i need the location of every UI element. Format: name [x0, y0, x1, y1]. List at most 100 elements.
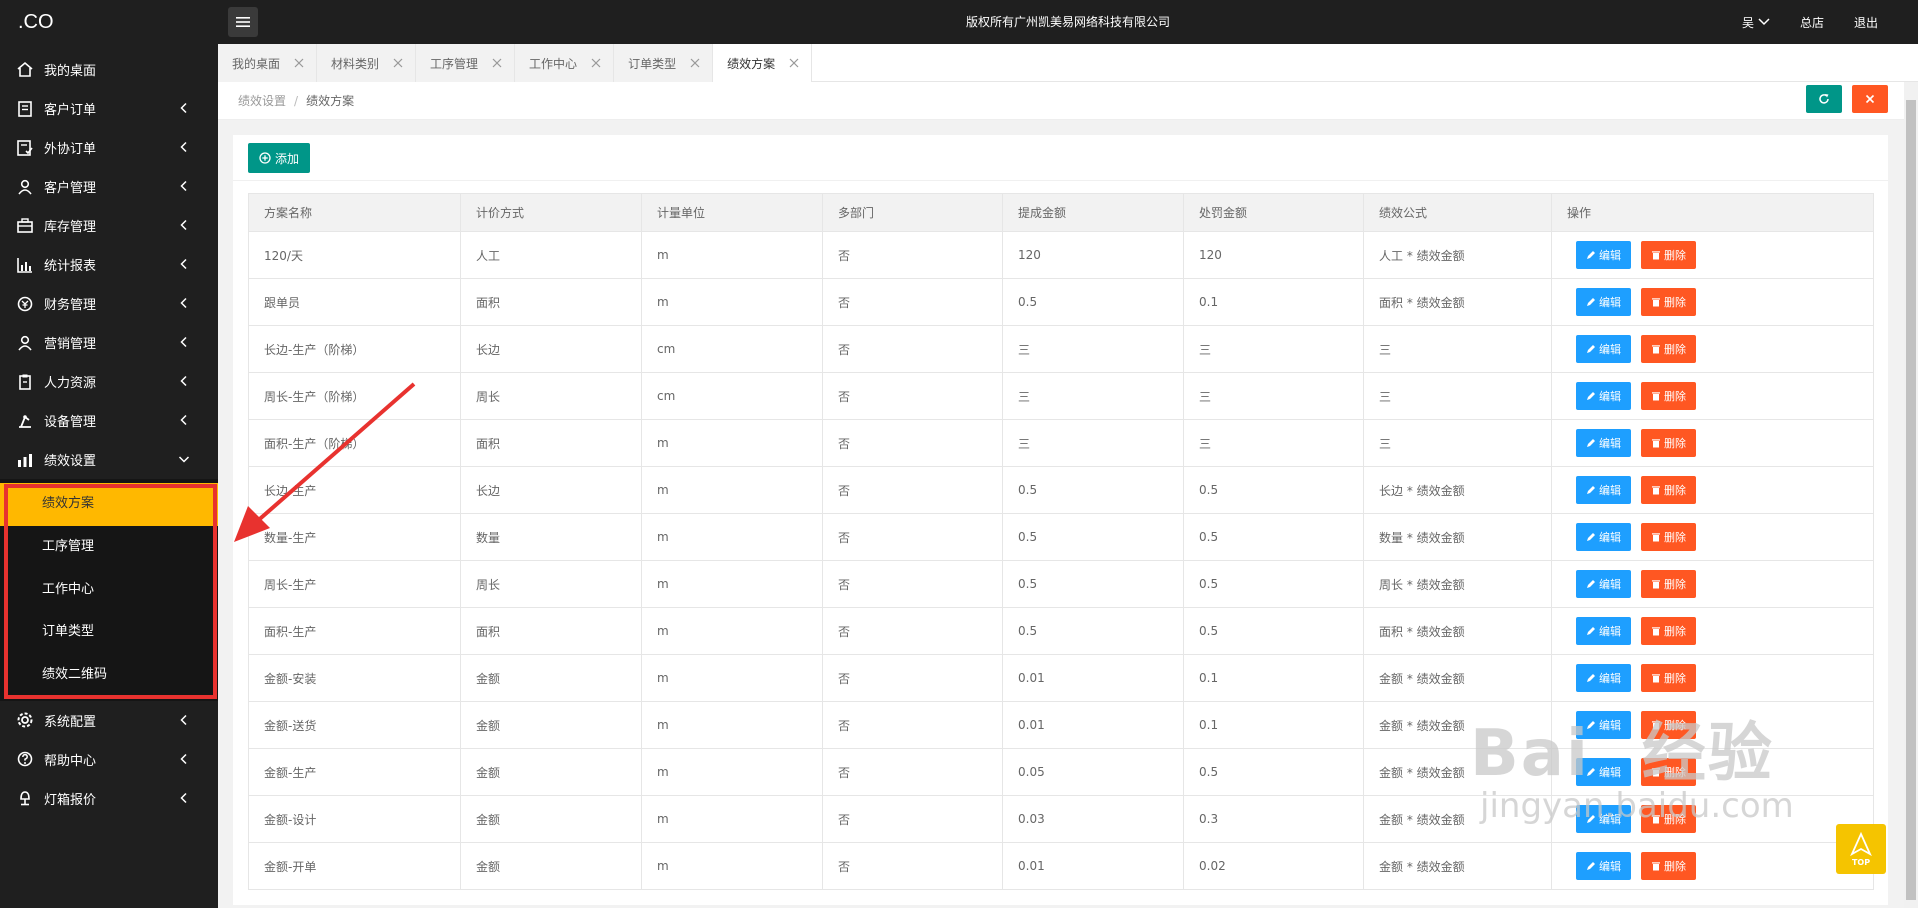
- sidebar-item-6[interactable]: 财务管理: [0, 284, 218, 323]
- edit-button[interactable]: 编辑: [1576, 711, 1631, 739]
- delete-button-label: 删除: [1664, 296, 1686, 309]
- edit-button[interactable]: 编辑: [1576, 476, 1631, 504]
- tab-0[interactable]: 我的桌面: [218, 44, 318, 82]
- edit-button[interactable]: 编辑: [1576, 805, 1631, 833]
- annotation-arrow-icon: [234, 382, 416, 542]
- page-scrollbar[interactable]: [1904, 82, 1918, 908]
- edit-button[interactable]: 编辑: [1576, 429, 1631, 457]
- sidebar-item-8[interactable]: 人力资源: [0, 362, 218, 401]
- add-button[interactable]: 添加: [248, 143, 311, 173]
- sidebar-item-0[interactable]: 我的桌面: [0, 50, 218, 89]
- close-tab-icon[interactable]: [789, 58, 799, 68]
- sidebar-item-3[interactable]: 客户管理: [0, 167, 218, 206]
- sidebar-item-10[interactable]: 绩效设置: [0, 440, 218, 479]
- tab-1[interactable]: 材料类别: [317, 44, 417, 82]
- delete-button[interactable]: 删除: [1641, 241, 1696, 269]
- column-header: 方案名称: [248, 193, 461, 232]
- edit-button[interactable]: 编辑: [1576, 288, 1631, 316]
- table-cell-actions: 编辑 删除: [1551, 795, 1874, 843]
- sidebar-item-5[interactable]: 统计报表: [0, 245, 218, 284]
- close-tab-icon[interactable]: [393, 58, 403, 68]
- logout-link[interactable]: 退出: [1854, 14, 1878, 31]
- chevron-left-icon: [180, 219, 187, 231]
- app-logo[interactable]: .CO: [0, 0, 218, 44]
- table-cell: 0.5: [1183, 466, 1364, 514]
- table-cell: 0.5: [1002, 278, 1184, 326]
- user-menu[interactable]: 吴: [1742, 14, 1770, 31]
- delete-button[interactable]: 删除: [1641, 758, 1696, 786]
- table-cell: 0.01: [1002, 842, 1184, 890]
- sidebar-menu: 我的桌面客户订单外协订单 客户管理 库存管理 统计报表 财务管理 营销管理 人力资源 设备管理…: [0, 50, 218, 818]
- close-tab-icon[interactable]: [492, 58, 502, 68]
- edit-button[interactable]: 编辑: [1576, 335, 1631, 363]
- trash-icon: [1652, 533, 1660, 542]
- table-cell-actions: 编辑 删除: [1551, 607, 1874, 655]
- delete-button[interactable]: 删除: [1641, 664, 1696, 692]
- sidebar-subitem-4[interactable]: 绩效二维码: [0, 654, 218, 697]
- pencil-icon: [1587, 439, 1595, 447]
- delete-button[interactable]: 删除: [1641, 852, 1696, 880]
- trash-icon: [1652, 439, 1660, 448]
- table-cell: 0.5: [1002, 560, 1184, 608]
- pencil-icon: [1587, 815, 1595, 823]
- back-to-top-label: TOP: [1851, 857, 1871, 867]
- delete-button-label: 删除: [1664, 531, 1686, 544]
- close-tab-icon[interactable]: [690, 58, 700, 68]
- table-cell: 否: [822, 513, 1003, 561]
- sidebar-subitem-1[interactable]: 工序管理: [0, 526, 218, 569]
- plus-circle-icon: [259, 152, 271, 164]
- edit-button[interactable]: 编辑: [1576, 617, 1631, 645]
- close-page-button[interactable]: [1852, 85, 1888, 113]
- delete-button[interactable]: 删除: [1641, 805, 1696, 833]
- close-tab-icon[interactable]: [294, 58, 304, 68]
- sidebar-item-1[interactable]: 客户订单: [0, 89, 218, 128]
- lamp-icon: [20, 791, 30, 806]
- edit-button[interactable]: 编辑: [1576, 758, 1631, 786]
- delete-button[interactable]: 删除: [1641, 476, 1696, 504]
- delete-button[interactable]: 删除: [1641, 335, 1696, 363]
- sidebar-subitem-3[interactable]: 订单类型: [0, 611, 218, 654]
- close-tab-icon[interactable]: [591, 58, 601, 68]
- refresh-button[interactable]: [1806, 85, 1842, 113]
- breadcrumb-parent[interactable]: 绩效设置: [238, 94, 286, 108]
- sidebar-item-2[interactable]: 外协订单: [0, 128, 218, 167]
- edit-button[interactable]: 编辑: [1576, 852, 1631, 880]
- table-cell: 三: [1002, 419, 1184, 467]
- sidebar-item-4[interactable]: 库存管理: [0, 206, 218, 245]
- delete-button[interactable]: 删除: [1641, 523, 1696, 551]
- edit-button-label: 编辑: [1599, 390, 1621, 403]
- sidebar-item-label: 客户订单: [44, 103, 97, 118]
- table-row: 数量-生产 数量 m 否 0.5 0.5 数量 * 绩效金额 编辑 删除: [248, 513, 1874, 561]
- delete-button[interactable]: 删除: [1641, 617, 1696, 645]
- edit-button[interactable]: 编辑: [1576, 241, 1631, 269]
- sidebar-item-label: 灯箱报价: [44, 792, 97, 808]
- sidebar-subitem-0[interactable]: 绩效方案: [0, 483, 218, 526]
- tab-3[interactable]: 工作中心: [515, 44, 615, 82]
- edit-button[interactable]: 编辑: [1576, 664, 1631, 692]
- store-link[interactable]: 总店: [1800, 14, 1824, 31]
- back-to-top-button[interactable]: TOP: [1836, 824, 1886, 874]
- delete-button[interactable]: 删除: [1641, 382, 1696, 410]
- sidebar-subitem-2[interactable]: 工作中心: [0, 569, 218, 612]
- delete-button[interactable]: 删除: [1641, 711, 1696, 739]
- scrollbar-thumb[interactable]: [1906, 100, 1916, 900]
- delete-button-label: 删除: [1664, 766, 1686, 779]
- tab-label: 我的桌面: [232, 56, 281, 71]
- sidebar-bottom-item-0[interactable]: 系统配置: [0, 701, 218, 740]
- delete-button[interactable]: 删除: [1641, 570, 1696, 598]
- delete-button[interactable]: 删除: [1641, 288, 1696, 316]
- sidebar-item-9[interactable]: 设备管理: [0, 401, 218, 440]
- tab-5[interactable]: 绩效方案: [713, 44, 813, 82]
- delete-button-label: 删除: [1664, 719, 1686, 732]
- table-cell: m: [641, 231, 823, 279]
- edit-button[interactable]: 编辑: [1576, 523, 1631, 551]
- edit-button[interactable]: 编辑: [1576, 570, 1631, 598]
- delete-button[interactable]: 删除: [1641, 429, 1696, 457]
- tab-2[interactable]: 工序管理: [416, 44, 516, 82]
- sidebar-bottom-item-2[interactable]: 灯箱报价: [0, 779, 218, 818]
- sidebar-item-7[interactable]: 营销管理: [0, 323, 218, 362]
- edit-button[interactable]: 编辑: [1576, 382, 1631, 410]
- tab-4[interactable]: 订单类型: [614, 44, 714, 82]
- sidebar-bottom-item-1[interactable]: 帮助中心: [0, 740, 218, 779]
- edit-button-label: 编辑: [1599, 484, 1621, 497]
